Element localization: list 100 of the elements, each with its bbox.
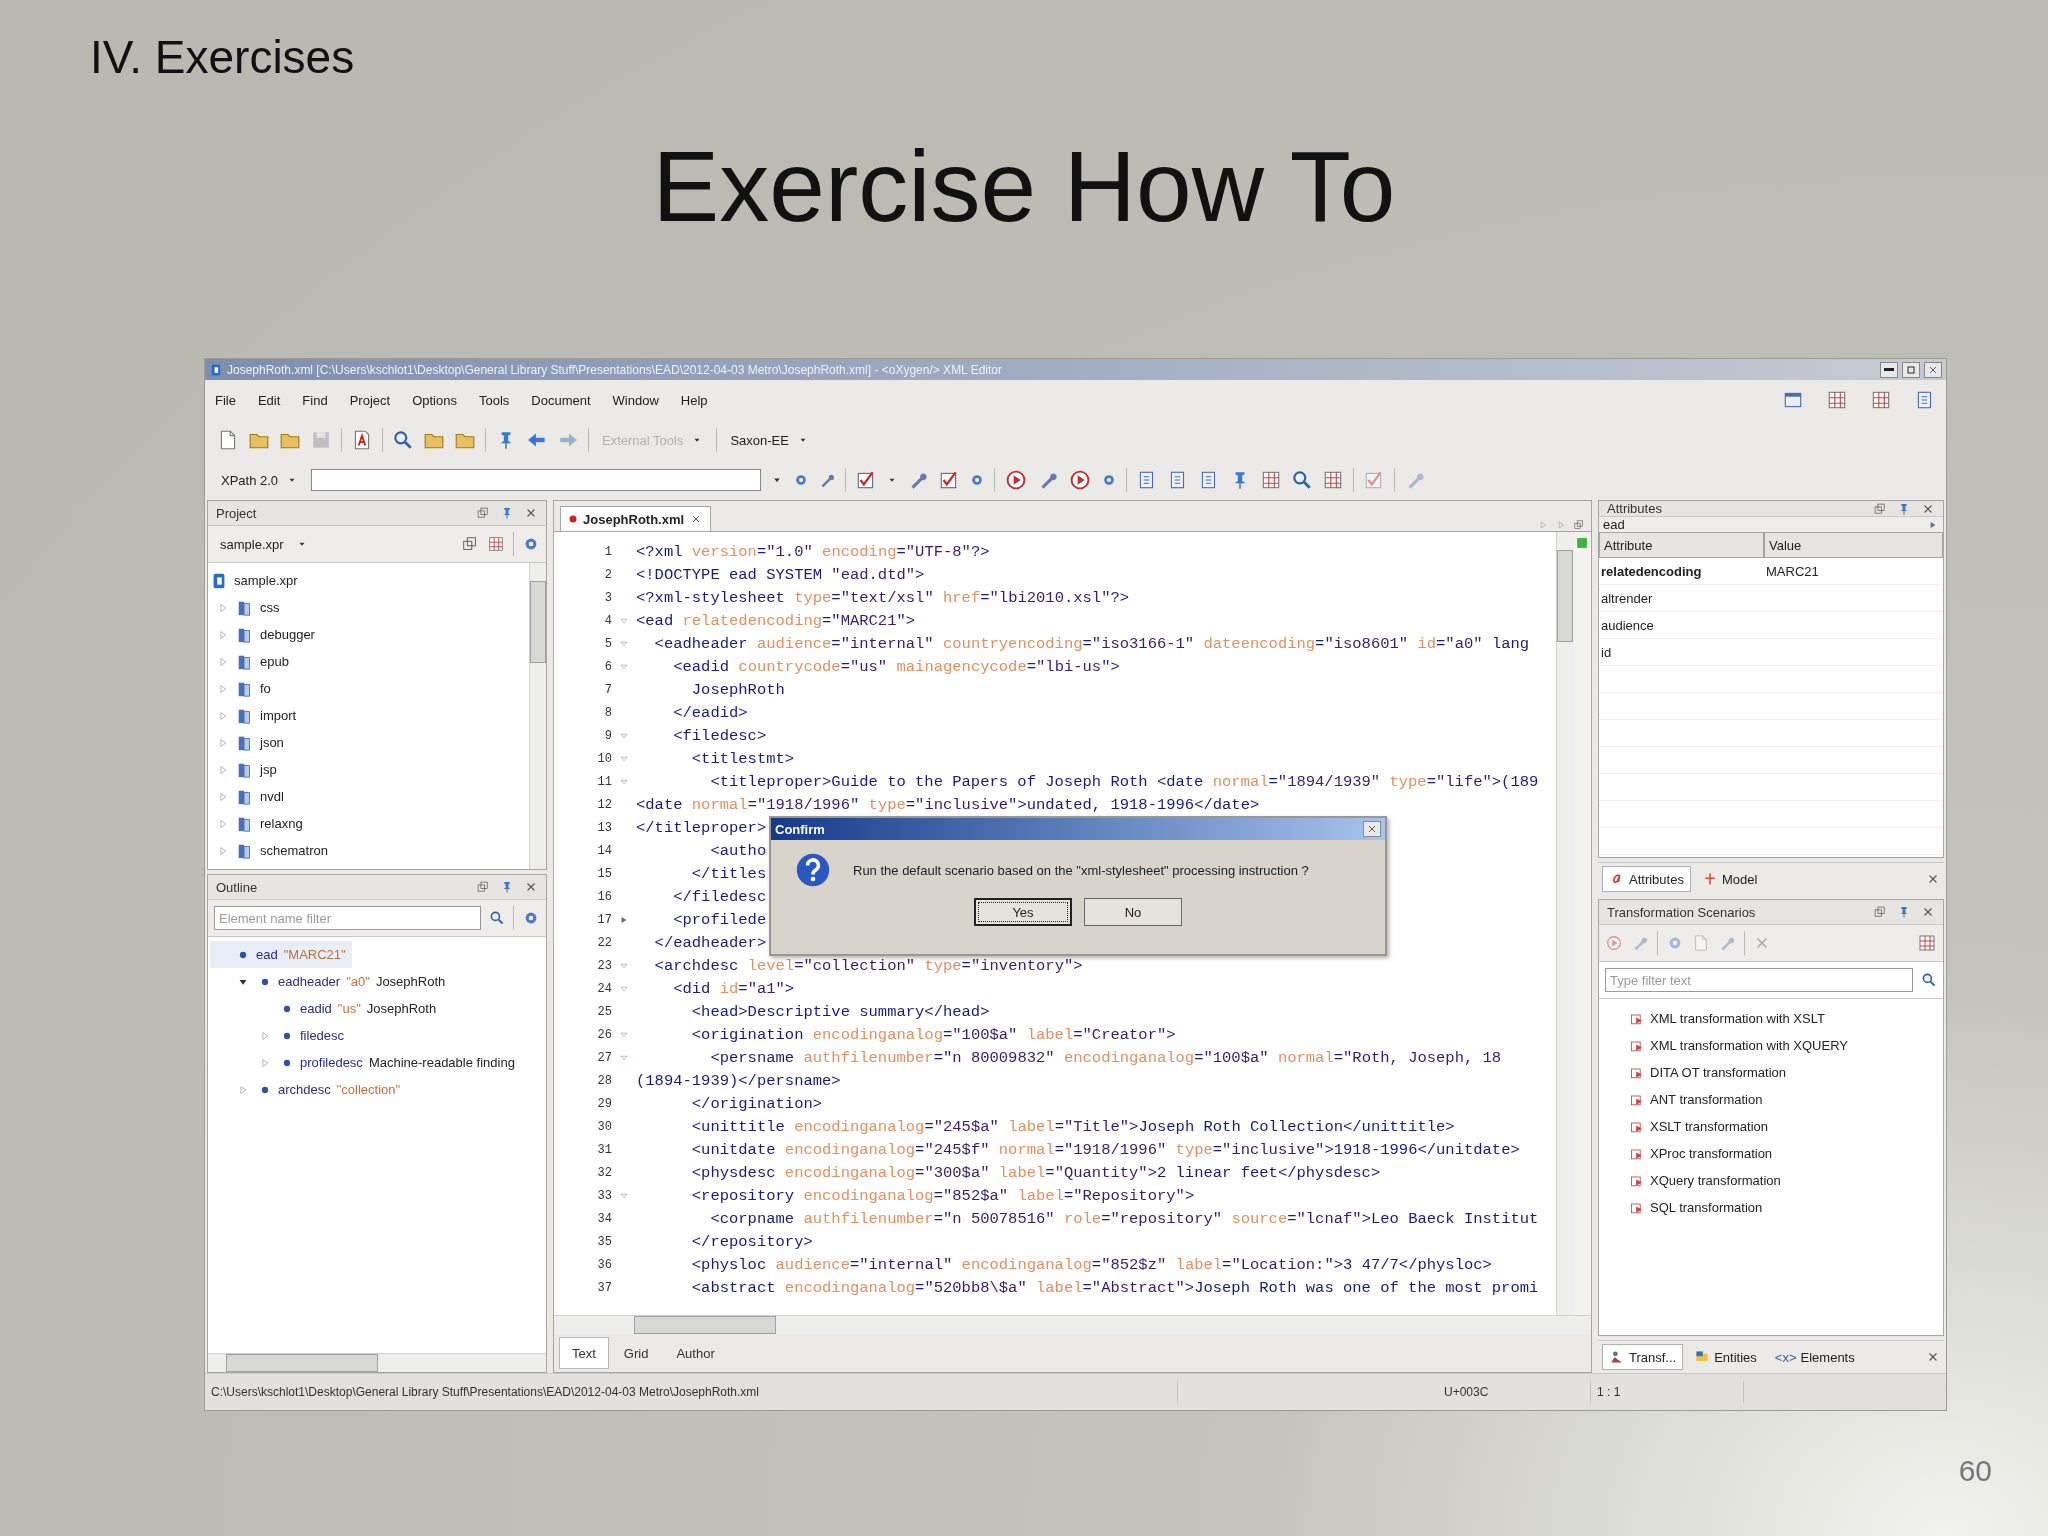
tab-label: JosephRoth.xml [583, 511, 685, 527]
scenario-item[interactable]: XProc transformation [1629, 1140, 1943, 1167]
tree-item[interactable]: fo [260, 681, 271, 696]
menu-item[interactable]: Help [680, 392, 708, 408]
line-number: 13 [596, 820, 612, 835]
xpath-field[interactable] [311, 469, 762, 491]
line-number: 1 [603, 544, 612, 559]
menu-item[interactable]: Document [531, 392, 591, 408]
tree-item[interactable]: json [260, 735, 284, 750]
menu-item[interactable]: Window [612, 392, 659, 408]
view-tab[interactable]: Grid [611, 1338, 661, 1368]
table-cell: altrender [1599, 585, 1764, 612]
status-square-icon [1575, 536, 1589, 550]
horizontal-scrollbar[interactable] [208, 1353, 546, 1372]
tree-item[interactable]: epub [260, 654, 289, 669]
filter-field[interactable]: Type filter text [1605, 968, 1913, 992]
line-number: 35 [596, 1234, 612, 1249]
menu-item[interactable]: Options [412, 392, 457, 408]
element-name: ead [1603, 517, 1626, 532]
vertical-scrollbar[interactable] [529, 563, 546, 869]
tree-item[interactable]: jsp [260, 762, 277, 777]
line-number: 24 [596, 981, 612, 996]
menu-item[interactable]: Edit [257, 392, 281, 408]
column-header: Attribute [1599, 532, 1764, 558]
minimize-button[interactable] [1880, 361, 1898, 378]
horizontal-scrollbar[interactable] [554, 1315, 1591, 1334]
outline-item[interactable]: eadid "us" JosephRoth [210, 995, 544, 1022]
panel-tab[interactable]: Model [1694, 866, 1765, 892]
view-tab[interactable]: Author [664, 1338, 727, 1368]
dialog-button[interactable]: No [1084, 898, 1182, 926]
code-line: </eadheader> [653, 933, 767, 952]
code-line: <unitdate encodinganalog="245$f" normal="1918/1996" type="inclusive">1918-1996</unitdate> [690, 1140, 1520, 1159]
view-tab[interactable]: Text [560, 1338, 608, 1368]
line-number: 11 [596, 774, 612, 789]
outline-item[interactable]: ead "MARC21" [210, 941, 352, 968]
scenario-item[interactable]: DITA OT transformation [1629, 1059, 1943, 1086]
dialog-button[interactable]: Yes [974, 898, 1072, 926]
close-button[interactable] [1363, 821, 1381, 837]
restore-icon[interactable] [476, 880, 490, 894]
xpath-version-dropdown[interactable]: XPath 2.0 [217, 470, 303, 490]
outline-item[interactable]: filedesc [210, 1022, 544, 1049]
line-number: 2 [603, 567, 612, 582]
panel-tab[interactable]: Attributes [1602, 866, 1691, 892]
search-icon[interactable] [1921, 972, 1937, 988]
outline-item[interactable]: profiledesc Machine-readable finding [210, 1049, 544, 1076]
tree-item[interactable]: css [260, 600, 280, 615]
panel-tab[interactable]: Entities [1687, 1344, 1764, 1370]
grid-icon[interactable] [1826, 389, 1848, 411]
table-cell: id [1599, 639, 1764, 666]
code-line: </titleproper> [636, 818, 767, 837]
line-number: 26 [596, 1027, 612, 1042]
menu-item[interactable]: Tools [478, 392, 510, 408]
page-number: 60 [1958, 1454, 1992, 1488]
scenario-item[interactable]: XML transformation with XSLT [1629, 1005, 1943, 1032]
code-line: <physloc audience="internal" encodinganalog="852$z" label="Location:">3 47/7</physloc> [690, 1255, 1492, 1274]
outline-item[interactable]: eadheader "a0" JosephRoth [210, 968, 544, 995]
scenario-item[interactable]: ANT transformation [1629, 1086, 1943, 1113]
panel-tab[interactable]: Transf... [1602, 1344, 1684, 1370]
menu-item[interactable]: File [215, 392, 236, 408]
code-line: </origination> [690, 1094, 823, 1113]
figure-icon [1609, 1349, 1625, 1365]
vertical-scrollbar[interactable] [1556, 532, 1573, 1315]
scenario-item[interactable]: XQuery transformation [1629, 1167, 1943, 1194]
line-number: 23 [596, 958, 612, 973]
editor-tab[interactable]: JosephRoth.xml [560, 506, 712, 531]
grid-icon[interactable] [1870, 389, 1892, 411]
code-line: <abstract encodinganalog="520bb8\$a" label="Abstract">Joseph Roth was one of the most promi [690, 1278, 1539, 1297]
tree-item[interactable]: relaxng [260, 816, 303, 831]
table-cell: audience [1599, 612, 1764, 639]
tree-item[interactable]: nvdl [260, 789, 284, 804]
menu-item[interactable]: Find [302, 392, 328, 408]
scenario-item[interactable]: XML transformation with XQUERY [1629, 1032, 1943, 1059]
code-line: <did id="a1"> [672, 979, 795, 998]
search-icon[interactable] [489, 910, 505, 926]
search-icon[interactable] [392, 429, 414, 451]
code-line: <eadheader audience="internal" countryencoding="iso3166-1" dateencoding="iso8601" id="a0" lang [653, 634, 1530, 653]
engine-dropdown[interactable]: Saxon-EE [726, 430, 813, 450]
line-number: 10 [596, 751, 612, 766]
outline-item[interactable]: archdesc "collection" [210, 1076, 544, 1103]
panel-tab[interactable]: <x> Elements [1767, 1344, 1862, 1370]
tree-item[interactable]: debugger [260, 627, 315, 642]
code-line: JosephRoth [690, 680, 785, 699]
tree-item[interactable]: schematron [260, 843, 328, 858]
line-number: 34 [596, 1211, 612, 1226]
tree-item[interactable]: import [260, 708, 297, 723]
code-line: </eadid> [672, 703, 748, 722]
restore-icon[interactable] [476, 506, 490, 520]
code-line: <profilede [672, 910, 767, 929]
line-number: 16 [596, 889, 612, 904]
restore-icon[interactable] [1873, 501, 1887, 516]
tree-item[interactable]: sample.xpr [234, 573, 298, 588]
restore-icon[interactable] [1873, 905, 1887, 919]
scenario-item[interactable]: XSLT transformation [1629, 1113, 1943, 1140]
menu-item[interactable]: Project [349, 392, 391, 408]
close-icon [1366, 823, 1378, 835]
close-button[interactable] [1924, 361, 1942, 378]
filter-field[interactable]: Element name filter [214, 906, 481, 930]
project-dropdown[interactable]: sample.xpr [214, 535, 314, 553]
scenario-item[interactable]: SQL transformation [1629, 1194, 1943, 1221]
slide-title: Exercise How To [652, 136, 1396, 236]
